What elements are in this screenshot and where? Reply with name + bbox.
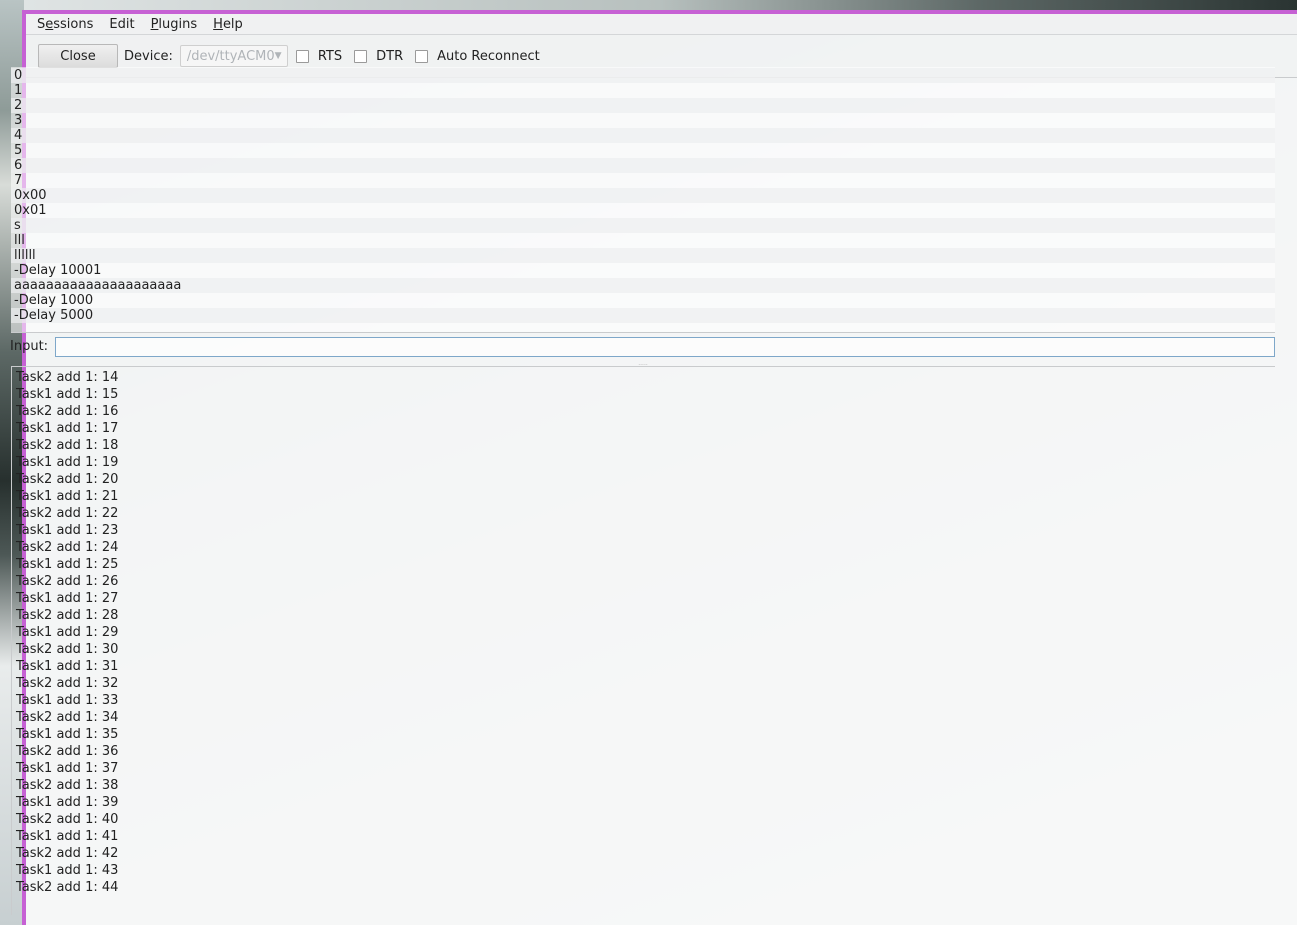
- output-line: Task2 add 1: 34: [16, 710, 119, 725]
- history-item[interactable]: 3: [11, 113, 1275, 128]
- history-item[interactable]: 0x01: [11, 203, 1275, 218]
- history-item[interactable]: aaaaaaaaaaaaaaaaaaaaa: [11, 278, 1275, 293]
- history-item[interactable]: 0: [11, 68, 1275, 83]
- input-field[interactable]: [55, 336, 1275, 357]
- output-line: Task2 add 1: 30: [16, 642, 119, 657]
- output-line: Task1 add 1: 19: [16, 455, 119, 470]
- menu-sessions[interactable]: Sessions: [37, 17, 93, 32]
- output-line: Task1 add 1: 15: [16, 387, 119, 402]
- device-label: Device:: [124, 48, 173, 64]
- auto-reconnect-label: Auto Reconnect: [437, 48, 540, 64]
- output-line: Task2 add 1: 28: [16, 608, 119, 623]
- history-item[interactable]: 1: [11, 83, 1275, 98]
- menu-help[interactable]: Help: [213, 17, 243, 32]
- output-line: Task2 add 1: 24: [16, 540, 119, 555]
- output-line: Task1 add 1: 33: [16, 693, 119, 708]
- output-line: Task2 add 1: 42: [16, 846, 119, 861]
- history-item[interactable]: 0x00: [11, 188, 1275, 203]
- input-label: Input:: [10, 339, 49, 354]
- device-select-value: /dev/ttyACM0: [186, 48, 275, 64]
- output-line: Task1 add 1: 43: [16, 863, 119, 878]
- output-console[interactable]: Task2 add 1: 14 Task1 add 1: 15 Task2 add …: [11, 366, 1275, 915]
- dtr-checkbox-box[interactable]: [354, 49, 368, 63]
- output-line: Task2 add 1: 44: [16, 880, 119, 895]
- output-line: Task1 add 1: 17: [16, 421, 119, 436]
- close-button[interactable]: Close: [38, 44, 118, 68]
- history-item[interactable]: 4: [11, 128, 1275, 143]
- history-item[interactable]: 2: [11, 98, 1275, 113]
- output-line: Task2 add 1: 20: [16, 472, 119, 487]
- output-line: Task1 add 1: 31: [16, 659, 119, 674]
- output-line: Task2 add 1: 40: [16, 812, 119, 827]
- rts-label: RTS: [317, 48, 343, 64]
- history-item[interactable]: 5: [11, 143, 1275, 158]
- history-item[interactable]: llllll: [11, 248, 1275, 263]
- output-line: Task1 add 1: 25: [16, 557, 119, 572]
- input-row: Input:: [10, 333, 1275, 360]
- output-line: Task1 add 1: 21: [16, 489, 119, 504]
- history-item[interactable]: -Delay 1000: [11, 293, 1275, 308]
- history-item[interactable]: lll: [11, 233, 1275, 248]
- auto-reconnect-checkbox-box[interactable]: [415, 49, 429, 63]
- output-line: Task2 add 1: 32: [16, 676, 119, 691]
- rts-checkbox-box[interactable]: [295, 49, 309, 63]
- history-list[interactable]: 0 1 2 3 4 5 6 7 0x00 0x01 s lll llllll -Delay 10001 aa…: [11, 67, 1275, 333]
- history-item[interactable]: 6: [11, 158, 1275, 173]
- dtr-checkbox[interactable]: DTR: [354, 49, 403, 64]
- dtr-label: DTR: [376, 48, 404, 64]
- history-item[interactable]: 7: [11, 173, 1275, 188]
- output-line: Task1 add 1: 35: [16, 727, 119, 742]
- output-line: Task2 add 1: 18: [16, 438, 119, 453]
- output-line: Task1 add 1: 39: [16, 795, 119, 810]
- output-line: Task1 add 1: 27: [16, 591, 119, 606]
- output-line: Task2 add 1: 22: [16, 506, 119, 521]
- output-line: Task2 add 1: 14: [16, 370, 119, 385]
- history-item[interactable]: -Delay 5000: [11, 308, 1275, 323]
- device-select[interactable]: /dev/ttyACM0 ▼: [179, 45, 288, 67]
- output-line: Task2 add 1: 36: [16, 744, 119, 759]
- desktop-background-top: [24, 0, 1297, 10]
- output-line: Task1 add 1: 23: [16, 523, 119, 538]
- menubar: Sessions Edit Plugins Help: [26, 14, 1297, 35]
- menu-plugins[interactable]: Plugins: [151, 17, 198, 32]
- history-item[interactable]: s: [11, 218, 1275, 233]
- output-line: Task1 add 1: 37: [16, 761, 119, 776]
- output-line: Task2 add 1: 38: [16, 778, 119, 793]
- output-line: Task1 add 1: 41: [16, 829, 119, 844]
- auto-reconnect-checkbox[interactable]: Auto Reconnect: [415, 49, 540, 64]
- output-line: Task2 add 1: 16: [16, 404, 119, 419]
- history-item[interactable]: -Delay 10001: [11, 263, 1275, 278]
- menu-edit[interactable]: Edit: [109, 17, 134, 32]
- chevron-down-icon: ▼: [274, 51, 282, 61]
- output-line: Task1 add 1: 29: [16, 625, 119, 640]
- rts-checkbox[interactable]: RTS: [295, 48, 343, 64]
- output-line: Task2 add 1: 26: [16, 574, 119, 589]
